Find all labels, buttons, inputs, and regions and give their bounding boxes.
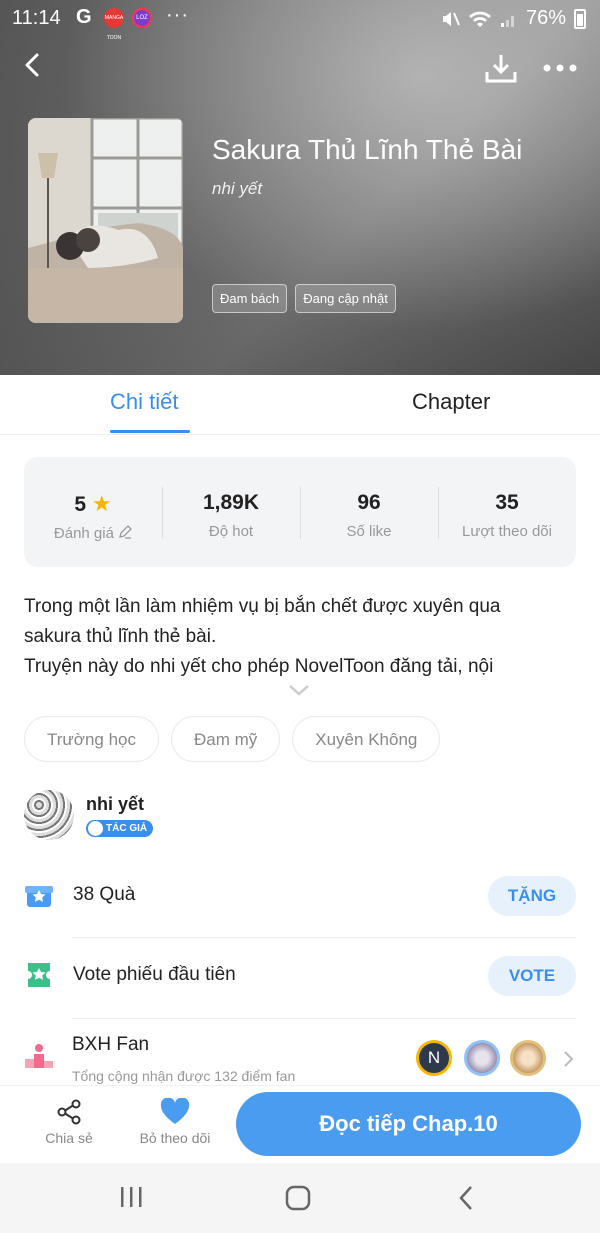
google-icon: G bbox=[76, 6, 92, 28]
fan-avatar[interactable] bbox=[464, 1040, 500, 1076]
share-icon bbox=[57, 1099, 81, 1125]
back-nav-icon[interactable] bbox=[456, 1185, 476, 1211]
description-line: sakura thủ lĩnh thẻ bài. bbox=[24, 626, 217, 647]
fan-avatar-letter: N bbox=[427, 1048, 441, 1067]
description-line: Truyện này do nhi yết cho phép NovelToon… bbox=[24, 656, 494, 677]
book-description[interactable]: Trong một lần làm nhiệm vụ bị bắn chết đ… bbox=[24, 592, 576, 682]
tab-chapter[interactable]: Chapter bbox=[412, 389, 490, 415]
stat-follows: 35 Lượt theo dõi bbox=[438, 457, 576, 567]
detail-tabs: Chi tiết Chapter bbox=[0, 375, 600, 435]
stat-likes: 96 Số like bbox=[300, 457, 438, 567]
author-badge-label: TÁC GIẢ bbox=[106, 823, 148, 834]
book-title: Sakura Thủ Lĩnh Thẻ Bài bbox=[212, 134, 523, 165]
mute-icon bbox=[442, 11, 460, 26]
book-tags: Đam bách Đang cập nhật bbox=[212, 284, 396, 313]
fan-avatar[interactable] bbox=[510, 1040, 546, 1076]
more-options-icon[interactable] bbox=[542, 58, 578, 78]
book-header: 11:14 G MANGA TOON LOZ ··· 76% Sakura Th… bbox=[0, 0, 600, 375]
divider bbox=[72, 1018, 576, 1019]
gift-box-icon bbox=[25, 886, 53, 907]
follow-label: Lượt theo dõi bbox=[462, 523, 552, 540]
author-badge: TÁC GIẢ bbox=[86, 820, 154, 837]
gift-button[interactable]: TẶNG bbox=[488, 876, 576, 916]
pen-badge-icon bbox=[88, 821, 103, 836]
like-label: Số like bbox=[346, 523, 392, 540]
vote-label: Vote phiếu đầu tiên bbox=[73, 964, 236, 985]
hot-value: 1,89K bbox=[202, 491, 260, 514]
stat-hot: 1,89K Độ hot bbox=[162, 457, 300, 567]
home-icon[interactable] bbox=[284, 1185, 312, 1211]
tab-detail[interactable]: Chi tiết bbox=[110, 389, 178, 415]
book-cover[interactable] bbox=[28, 118, 183, 323]
vote-button[interactable]: VOTE bbox=[488, 956, 576, 996]
heart-icon bbox=[160, 1098, 190, 1124]
vote-ticket-icon bbox=[28, 963, 50, 987]
author-profile[interactable]: nhi yết TÁC GIẢ bbox=[24, 790, 576, 842]
cover-illustration bbox=[28, 118, 183, 323]
author-name[interactable]: nhi yết bbox=[86, 794, 144, 815]
stats-panel: 5 ★ Đánh giá 1,89K Độ hot 96 Số like 35 … bbox=[24, 457, 576, 567]
book-author[interactable]: nhi yết bbox=[212, 179, 262, 199]
active-tab-indicator bbox=[110, 430, 190, 433]
battery-percent: 76% bbox=[525, 7, 566, 29]
system-nav-bar bbox=[0, 1163, 600, 1233]
wifi-icon bbox=[468, 11, 491, 27]
download-icon[interactable] bbox=[484, 52, 518, 84]
continue-reading-button[interactable]: Đọc tiếp Chap.10 bbox=[236, 1092, 581, 1156]
share-label: Chia sẻ bbox=[45, 1130, 93, 1146]
rating-value: 5 bbox=[74, 493, 87, 516]
topic-tags: Trường học Đam mỹ Xuyên Không bbox=[24, 716, 441, 762]
back-arrow-icon[interactable] bbox=[18, 50, 48, 80]
rating-value-wrap: 5 ★ bbox=[24, 491, 162, 517]
status-time: 11:14 bbox=[12, 7, 61, 29]
expand-chevron-icon[interactable] bbox=[288, 683, 310, 697]
gift-row: 38 Quà TẶNG bbox=[24, 858, 576, 938]
rating-label: Đánh giá bbox=[53, 525, 114, 542]
fan-ranking-subtitle: Tổng cộng nhận được 132 điểm fan bbox=[72, 1068, 296, 1084]
gift-count: 38 Quà bbox=[73, 884, 136, 905]
follow-value: 35 bbox=[495, 491, 519, 514]
edit-pencil-icon bbox=[119, 525, 133, 539]
hot-label: Độ hot bbox=[208, 523, 254, 540]
more-notifications-icon: ··· bbox=[166, 4, 189, 26]
unfollow-button[interactable]: Bỏ theo dõi bbox=[130, 1098, 220, 1146]
avatar[interactable] bbox=[24, 790, 74, 840]
recent-apps-icon[interactable] bbox=[118, 1185, 144, 1209]
unfollow-label: Bỏ theo dõi bbox=[139, 1130, 211, 1146]
topic-tag[interactable]: Trường học bbox=[24, 716, 159, 762]
star-icon: ★ bbox=[91, 491, 112, 516]
like-value: 96 bbox=[357, 491, 381, 514]
signal-icon bbox=[500, 15, 514, 27]
status-right: 76% bbox=[440, 7, 586, 30]
podium-icon bbox=[25, 1044, 53, 1068]
fan-ranking-row[interactable]: BXH Fan Tổng cộng nhận được 132 điểm fan… bbox=[24, 1022, 576, 1084]
bottom-action-bar: Chia sẻ Bỏ theo dõi Đọc tiếp Chap.10 bbox=[0, 1085, 600, 1163]
chevron-right-icon bbox=[564, 1051, 574, 1067]
fan-avatar[interactable]: N bbox=[416, 1040, 452, 1076]
rating-label-wrap: Đánh giá bbox=[24, 525, 162, 542]
stat-rating[interactable]: 5 ★ Đánh giá bbox=[24, 457, 162, 567]
tag-genre[interactable]: Đam bách bbox=[212, 284, 288, 313]
battery-icon bbox=[574, 8, 586, 29]
mangatoon-app-icon: MANGA TOON bbox=[104, 8, 124, 41]
topic-tag[interactable]: Đam mỹ bbox=[170, 716, 281, 762]
share-button[interactable]: Chia sẻ bbox=[24, 1098, 114, 1146]
fan-ranking-title: BXH Fan bbox=[72, 1034, 150, 1055]
description-line: Trong một lần làm nhiệm vụ bị bắn chết đ… bbox=[24, 596, 501, 617]
status-bar: 11:14 G MANGA TOON LOZ ··· 76% bbox=[0, 0, 600, 41]
tag-status: Đang cập nhật bbox=[295, 284, 396, 313]
vote-row: Vote phiếu đầu tiên VOTE bbox=[24, 938, 576, 1018]
loz-app-icon: LOZ bbox=[132, 8, 152, 28]
topic-tag[interactable]: Xuyên Không bbox=[292, 716, 441, 762]
